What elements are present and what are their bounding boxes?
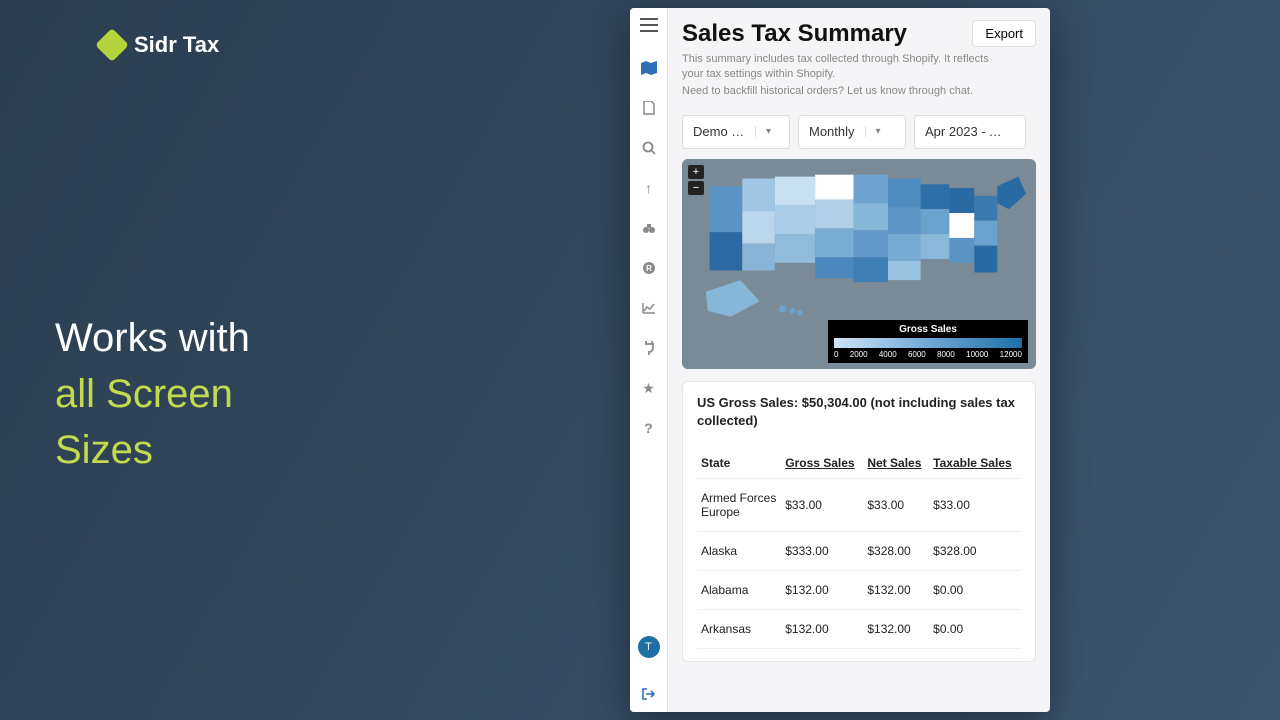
legend-title: Gross Sales — [834, 324, 1022, 335]
daterange-label: Apr 2023 - Apr 20 — [915, 124, 1015, 139]
daterange-select[interactable]: Apr 2023 - Apr 20 — [914, 115, 1026, 149]
page-description-2: Need to backfill historical orders? Let … — [682, 85, 1036, 97]
plug-icon[interactable] — [639, 338, 659, 358]
logout-icon[interactable] — [639, 684, 659, 704]
map-icon[interactable] — [639, 58, 659, 78]
analytics-icon[interactable] — [639, 298, 659, 318]
chevron-down-icon: ▾ — [865, 126, 891, 137]
store-select-label: Demo (GR… — [683, 124, 755, 139]
sidebar: ↑ R ★ ? T — [630, 8, 668, 712]
help-icon[interactable]: ? — [639, 418, 659, 438]
table-row: Arkansas $132.00 $132.00 $0.00 — [697, 610, 1021, 649]
legend-gradient — [834, 338, 1022, 348]
brand-logo-icon — [95, 28, 129, 62]
summary-headline: US Gross Sales: $50,304.00 (not includin… — [697, 394, 1021, 430]
filter-bar: Demo (GR… ▾ Monthly ▾ Apr 2023 - Apr 20 — [682, 115, 1036, 149]
col-taxable[interactable]: Taxable Sales — [929, 448, 1021, 479]
upload-icon[interactable]: ↑ — [639, 178, 659, 198]
brand-name: Sidr Tax — [134, 32, 219, 58]
col-gross[interactable]: Gross Sales — [781, 448, 863, 479]
col-state: State — [697, 448, 781, 479]
tagline-line2: all Screen — [55, 372, 233, 416]
svg-text:R: R — [646, 264, 652, 273]
star-icon[interactable]: ★ — [639, 378, 659, 398]
registered-icon[interactable]: R — [639, 258, 659, 278]
marketing-tagline: Works with all Screen Sizes — [55, 310, 250, 478]
search-icon[interactable] — [639, 138, 659, 158]
export-button[interactable]: Export — [972, 20, 1036, 47]
table-row: Alaska $333.00 $328.00 $328.00 — [697, 532, 1021, 571]
document-icon[interactable] — [639, 98, 659, 118]
chevron-down-icon: ▾ — [755, 126, 781, 137]
us-choropleth-map[interactable] — [702, 167, 1028, 320]
binoculars-icon[interactable] — [639, 218, 659, 238]
sales-table: State Gross Sales Net Sales Taxable Sale… — [697, 448, 1021, 649]
table-row: Alabama $132.00 $132.00 $0.00 — [697, 571, 1021, 610]
period-select[interactable]: Monthly ▾ — [798, 115, 906, 149]
legend-ticks: 0 2000 4000 6000 8000 10000 12000 — [834, 350, 1022, 359]
brand: Sidr Tax — [100, 32, 219, 58]
store-select[interactable]: Demo (GR… ▾ — [682, 115, 790, 149]
app-viewport: ↑ R ★ ? T Sales Tax Summary Export This … — [630, 8, 1050, 712]
map-legend: Gross Sales 0 2000 4000 6000 8000 10000 … — [828, 320, 1028, 363]
period-select-label: Monthly — [799, 124, 865, 139]
main-content: Sales Tax Summary Export This summary in… — [668, 8, 1050, 712]
summary-card: US Gross Sales: $50,304.00 (not includin… — [682, 381, 1036, 662]
avatar[interactable]: T — [638, 636, 660, 658]
us-map-card: + − — [682, 159, 1036, 369]
hamburger-menu-icon[interactable] — [640, 18, 658, 32]
table-row: Armed Forces Europe $33.00 $33.00 $33.00 — [697, 479, 1021, 532]
tagline-line1: Works with — [55, 316, 250, 360]
col-net[interactable]: Net Sales — [863, 448, 929, 479]
page-title: Sales Tax Summary — [682, 20, 907, 48]
page-description: This summary includes tax collected thro… — [682, 52, 1012, 83]
tagline-line3: Sizes — [55, 428, 153, 472]
